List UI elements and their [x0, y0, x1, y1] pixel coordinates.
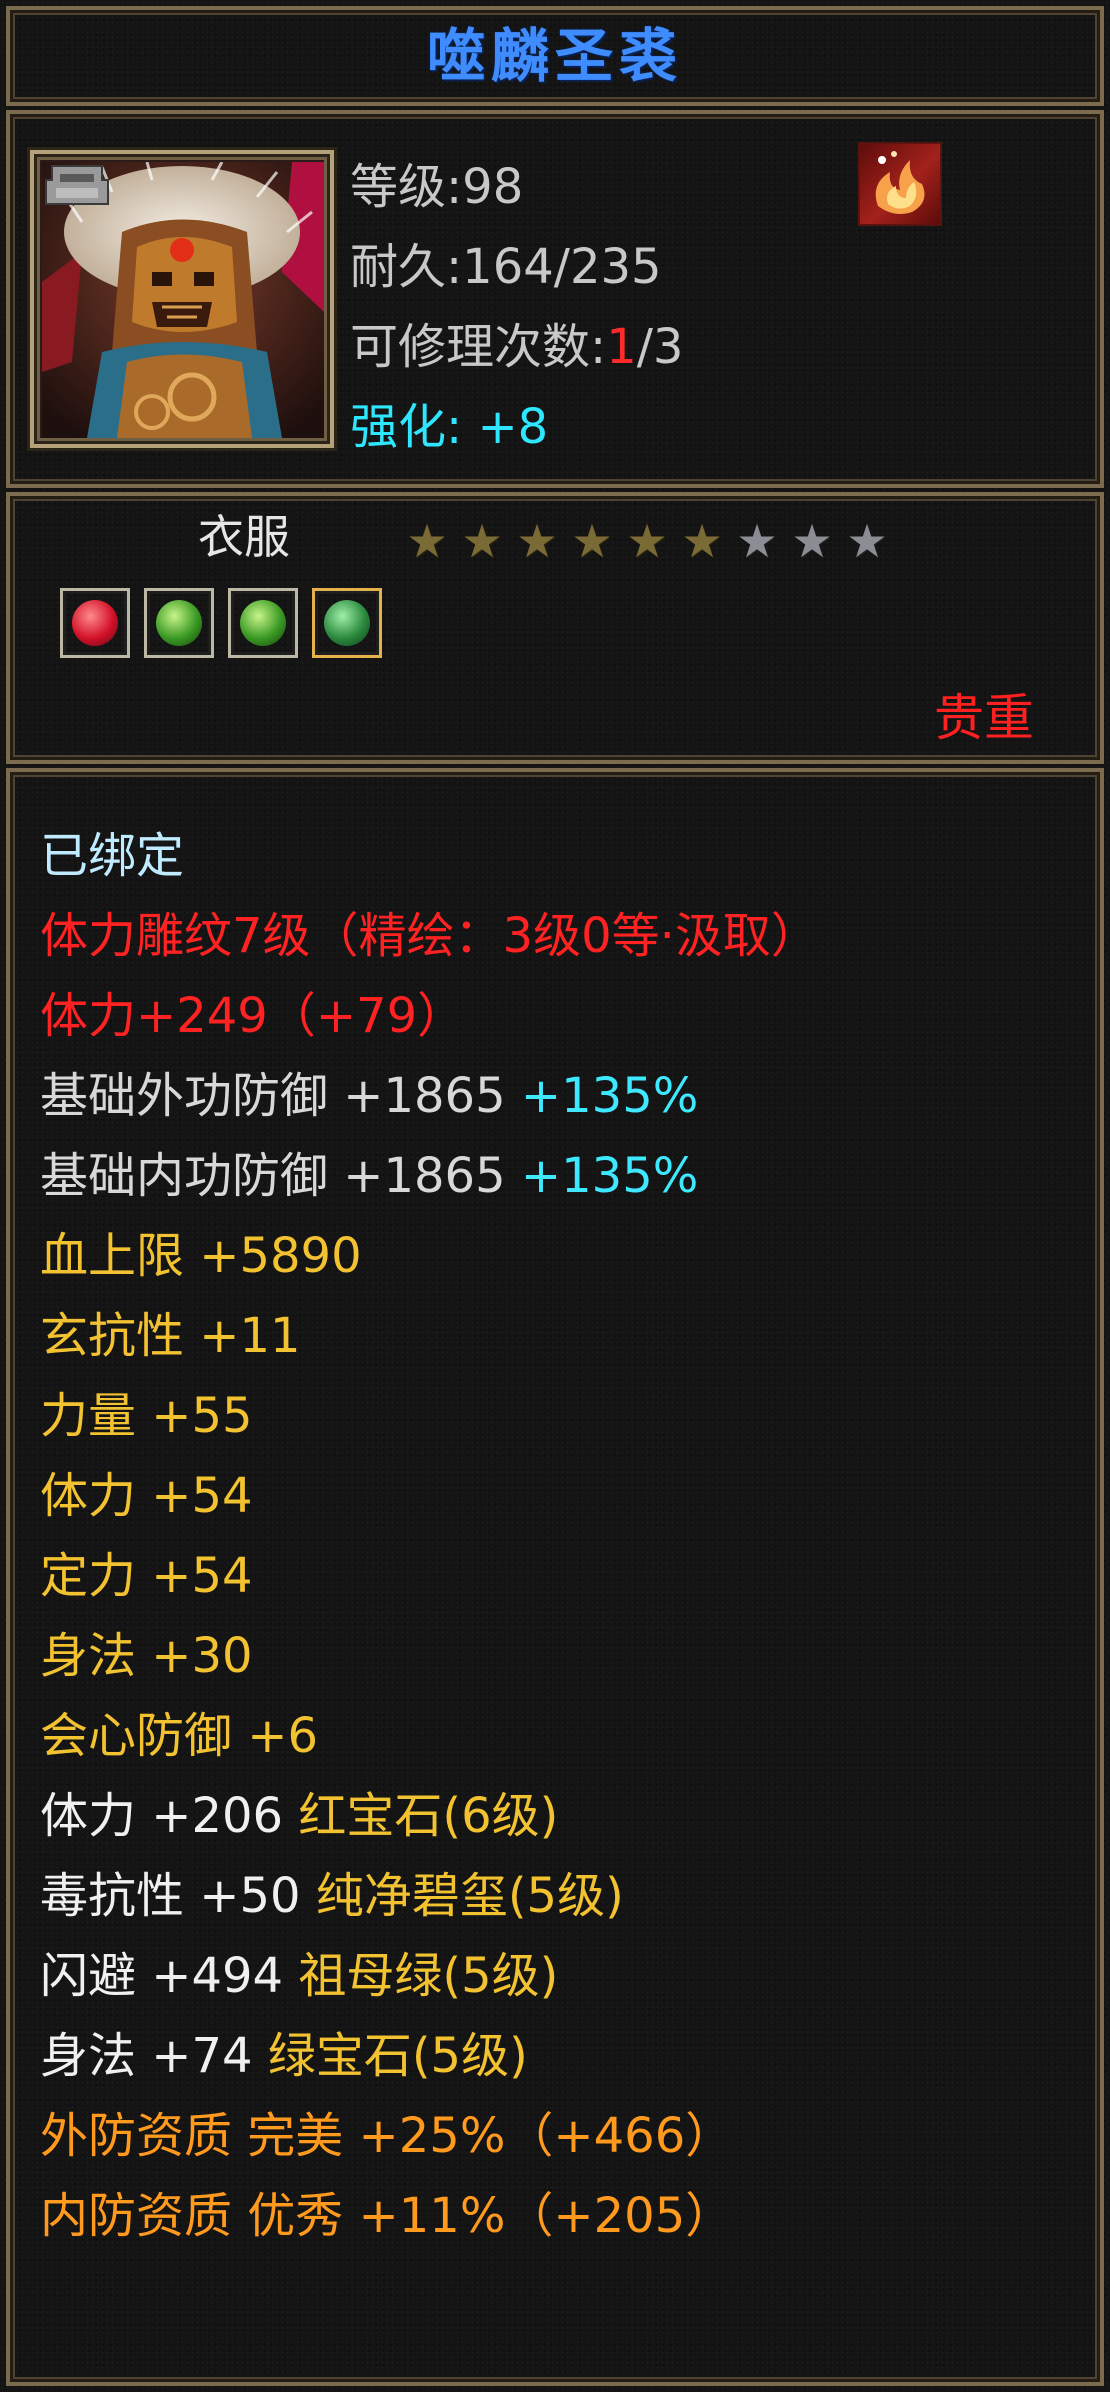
attribute-text: 身法 +74 — [40, 2028, 268, 2084]
repair-total: /3 — [636, 319, 684, 375]
item-name: 噬麟圣裘 — [426, 22, 683, 90]
attribute-text: 基础外功防御 +1865 — [40, 1068, 521, 1124]
enhance-value: +8 — [477, 399, 549, 455]
fire-skill-icon[interactable] — [858, 142, 942, 226]
attribute-text: 玄抗性 +11 — [40, 1308, 301, 1364]
attribute-text: 体力 +206 — [40, 1788, 299, 1844]
attribute-row: 身法 +30 — [40, 1616, 1080, 1696]
attribute-text: 基础内功防御 +1865 — [40, 1148, 521, 1204]
attribute-row: 基础内功防御 +1865 +135% — [40, 1136, 1080, 1216]
attribute-text: 体力+249（+79） — [40, 988, 466, 1044]
attribute-text: 体力 +54 — [40, 1468, 253, 1524]
star-empty-icon: ★ — [846, 514, 888, 568]
star-rating: ★ ★ ★ ★ ★ ★ ★ ★ ★ — [402, 516, 897, 566]
gem-slot[interactable] — [144, 588, 214, 658]
attribute-row: 体力雕纹7级（精绘：3级0等·汲取） — [40, 896, 1080, 976]
attribute-text: 闪避 +494 — [40, 1948, 299, 2004]
attribute-row: 玄抗性 +11 — [40, 1296, 1080, 1376]
attribute-text: 祖母绿(5级) — [298, 1948, 559, 2004]
attribute-row: 闪避 +494 祖母绿(5级) — [40, 1936, 1080, 2016]
attribute-text: 力量 +55 — [40, 1388, 253, 1444]
star-filled-icon: ★ — [406, 514, 448, 568]
repair-used: 1 — [606, 319, 637, 375]
attribute-row: 会心防御 +6 — [40, 1696, 1080, 1776]
enhance-level: 强化: +8 — [350, 397, 548, 457]
attribute-row: 外防资质 完美 +25%（+466） — [40, 2096, 1080, 2176]
green-gem-icon — [240, 600, 286, 646]
attribute-text: 纯净碧玺(5级) — [315, 1868, 624, 1924]
attribute-row: 毒抗性 +50 纯净碧玺(5级) — [40, 1856, 1080, 1936]
gem-slot[interactable] — [312, 588, 382, 658]
attribute-row: 内防资质 优秀 +11%（+205） — [40, 2176, 1080, 2256]
attribute-list: 已绑定体力雕纹7级（精绘：3级0等·汲取） 体力+249（+79） 基础外功防御 +… — [40, 816, 1080, 2256]
attribute-text: 体力雕纹7级（精绘：3级0等·汲取） — [40, 908, 819, 964]
attribute-text: 会心防御 +6 — [40, 1708, 319, 1764]
star-empty-icon: ★ — [736, 514, 778, 568]
star-empty-icon: ★ — [791, 514, 833, 568]
item-tooltip-panel: 噬麟圣裘 等级:98 耐久:164/235 可修理次数:1/3 强化: +8 衣… — [0, 0, 1110, 2392]
red-gem-icon — [72, 600, 118, 646]
attribute-row: 力量 +55 — [40, 1376, 1080, 1456]
flame-icon — [875, 151, 925, 214]
jade-gem-icon — [324, 600, 370, 646]
gem-slots — [60, 588, 396, 664]
gem-slot[interactable] — [60, 588, 130, 658]
attribute-text: 毒抗性 +50 — [40, 1868, 316, 1924]
attribute-text: 血上限 +5890 — [40, 1228, 362, 1284]
item-durability: 耐久:164/235 — [350, 239, 662, 295]
item-level: 等级:98 — [350, 159, 524, 215]
attribute-row: 已绑定 — [40, 816, 1080, 896]
item-type: 衣服 — [198, 510, 290, 564]
attribute-text: 定力 +54 — [40, 1548, 253, 1604]
enhance-label: 强化: — [350, 399, 463, 455]
attribute-text: 绿宝石(5级) — [267, 2028, 528, 2084]
bound-lock-icon — [45, 165, 109, 205]
attribute-text: 红宝石(6级) — [298, 1788, 559, 1844]
attribute-text: 内防资质 优秀 +11%（+205） — [40, 2188, 734, 2244]
attribute-text: +135% — [520, 1068, 699, 1124]
item-portrait[interactable] — [30, 150, 334, 448]
attribute-row: 血上限 +5890 — [40, 1216, 1080, 1296]
attribute-text: 身法 +30 — [40, 1628, 253, 1684]
attribute-row: 体力 +54 — [40, 1456, 1080, 1536]
star-filled-icon: ★ — [626, 514, 668, 568]
rarity-label: 贵重 — [934, 689, 1034, 747]
repair-count: 可修理次数:1/3 — [350, 317, 683, 377]
attribute-row: 定力 +54 — [40, 1536, 1080, 1616]
repair-label: 可修理次数: — [350, 319, 607, 375]
attribute-row: 基础外功防御 +1865 +135% — [40, 1056, 1080, 1136]
attribute-text: 外防资质 完美 +25%（+466） — [40, 2108, 734, 2164]
star-filled-icon: ★ — [571, 514, 613, 568]
attribute-text: +135% — [520, 1148, 699, 1204]
attribute-text: 已绑定 — [40, 828, 185, 884]
gem-slot[interactable] — [228, 588, 298, 658]
star-filled-icon: ★ — [516, 514, 558, 568]
star-filled-icon: ★ — [681, 514, 723, 568]
attribute-row: 身法 +74 绿宝石(5级) — [40, 2016, 1080, 2096]
star-filled-icon: ★ — [461, 514, 503, 568]
attribute-row: 体力 +206 红宝石(6级) — [40, 1776, 1080, 1856]
attribute-row: 体力+249（+79） — [40, 976, 1080, 1056]
green-gem-icon — [156, 600, 202, 646]
